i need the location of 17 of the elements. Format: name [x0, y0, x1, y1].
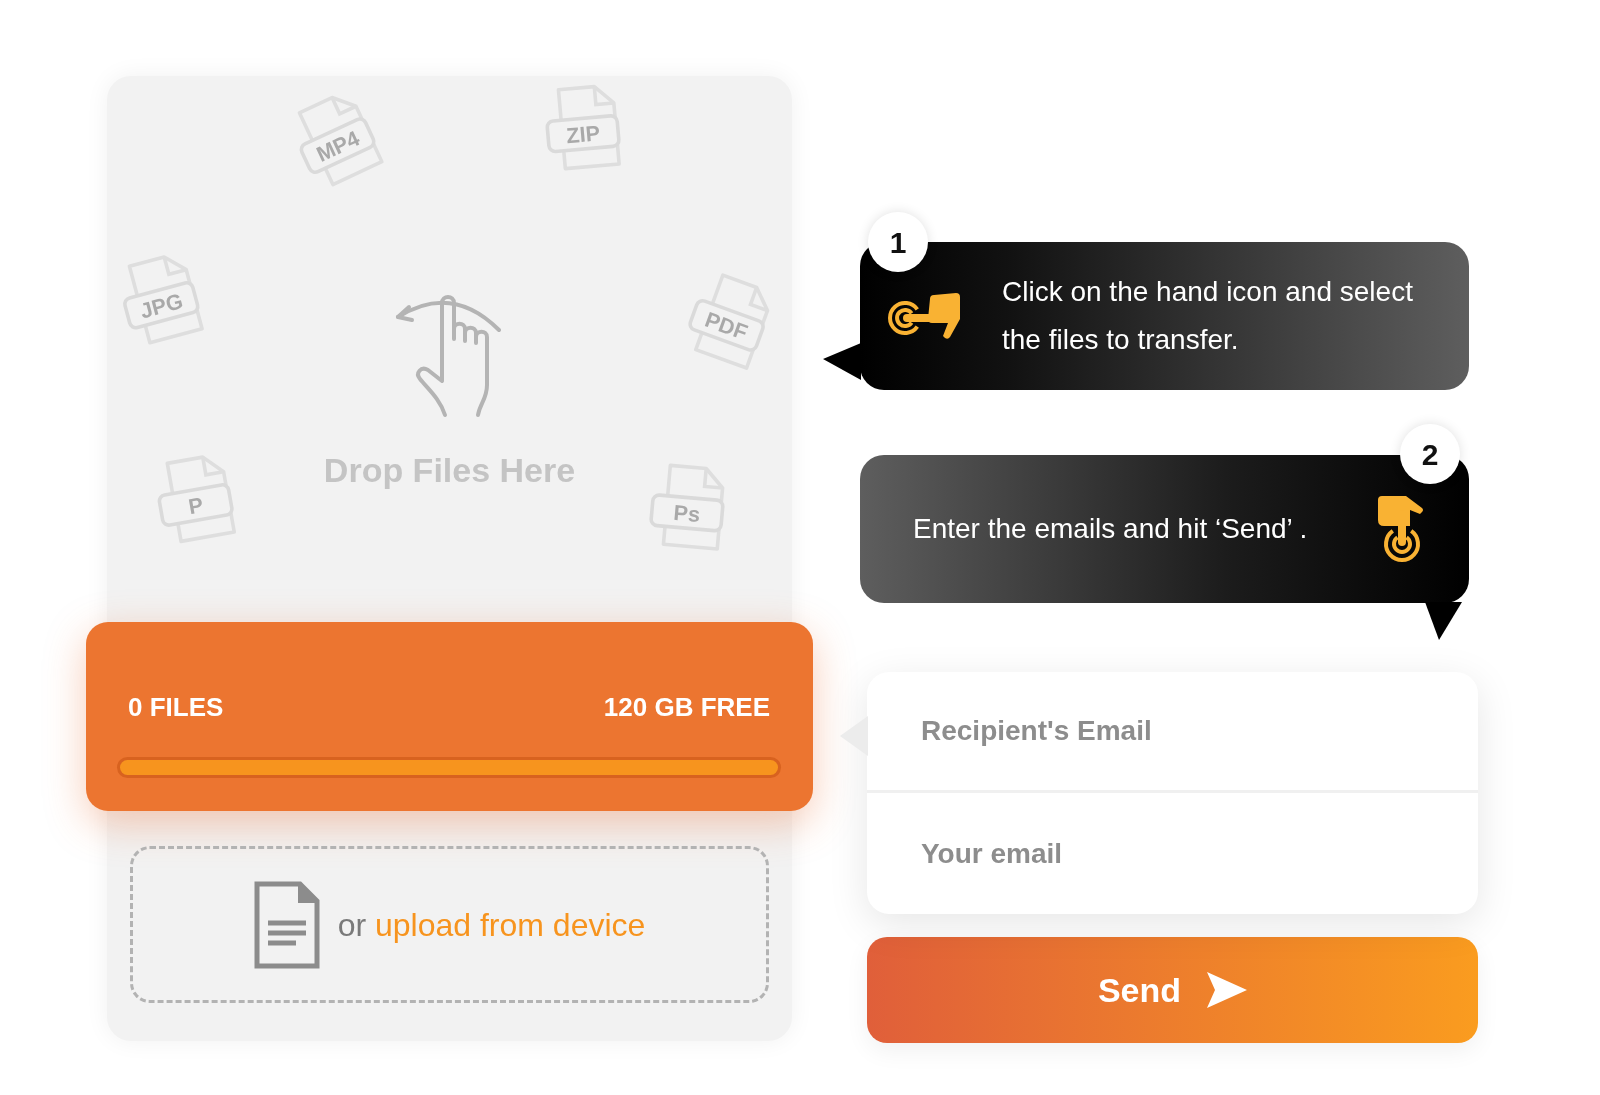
bubble-tail — [823, 343, 861, 381]
instruction-text: Click on the hand icon and select the files to transfer. — [1002, 275, 1414, 357]
upload-prompt: or upload from device — [337, 905, 646, 945]
email-field[interactable]: Recipient's Email — [867, 672, 1478, 793]
upload-link[interactable]: upload from device — [375, 906, 646, 943]
pointing-hand-icon — [888, 291, 960, 341]
send-button[interactable]: Send — [867, 937, 1478, 1043]
step-number: 2 — [1400, 424, 1460, 484]
email-field[interactable]: Your email — [867, 793, 1478, 914]
pointing-hand-icon — [1376, 496, 1426, 562]
file-count: 0 FILES — [128, 691, 224, 724]
instruction-text: Enter the emails and hit ‘Send’ . — [913, 512, 1308, 546]
step-number: 1 — [868, 212, 928, 272]
document-icon — [253, 880, 320, 969]
free-space: 120 GB FREE — [603, 691, 770, 724]
send-arrow-icon — [1207, 972, 1248, 1008]
bubble-tail — [1425, 602, 1463, 640]
